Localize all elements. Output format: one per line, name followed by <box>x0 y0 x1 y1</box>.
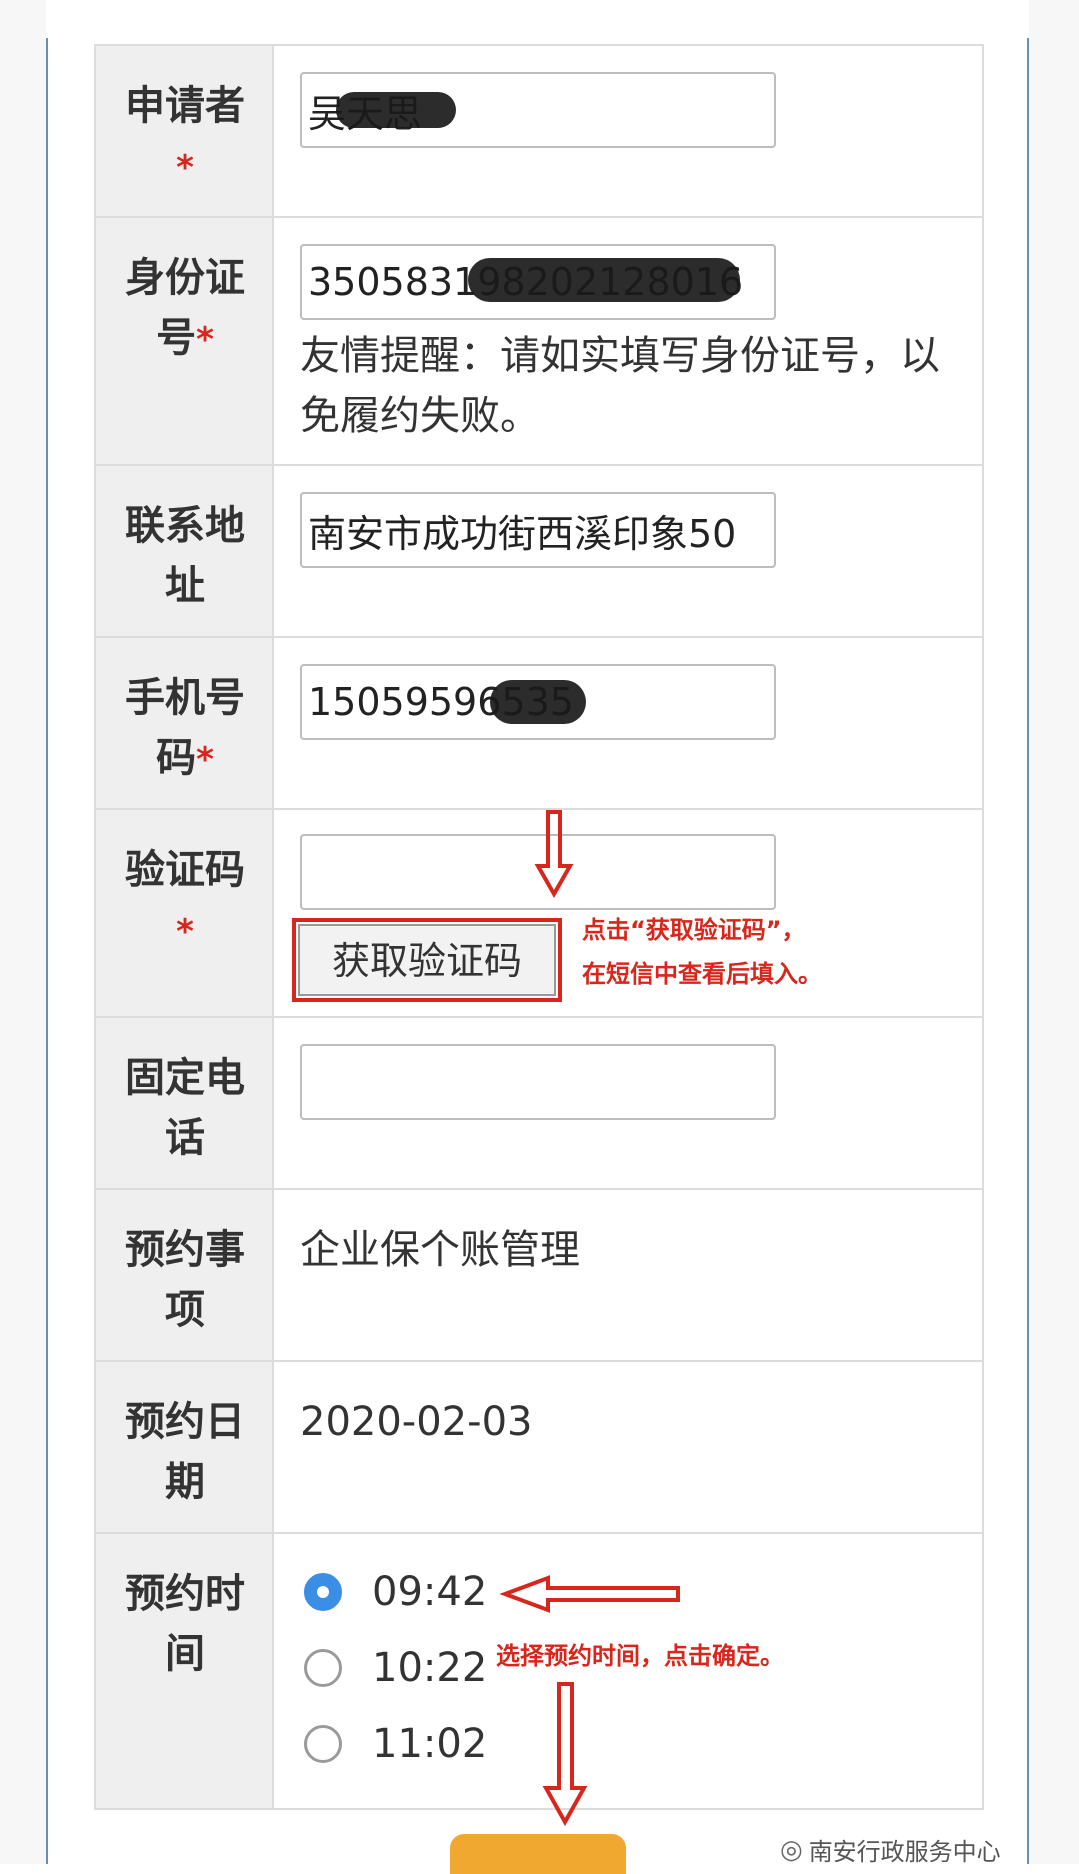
confirm-button[interactable] <box>450 1834 626 1874</box>
arrow-down-icon <box>542 1682 588 1827</box>
watermark: ◎ 南安行政服务中心 <box>780 1832 1001 1867</box>
arrow-down-icon <box>534 810 574 899</box>
arrow-left-icon <box>499 1575 680 1613</box>
wechat-icon: ◎ <box>780 1834 803 1865</box>
watermark-text: 南安行政服务中心 <box>808 1838 1001 1866</box>
annotation-arrows <box>499 810 680 1827</box>
